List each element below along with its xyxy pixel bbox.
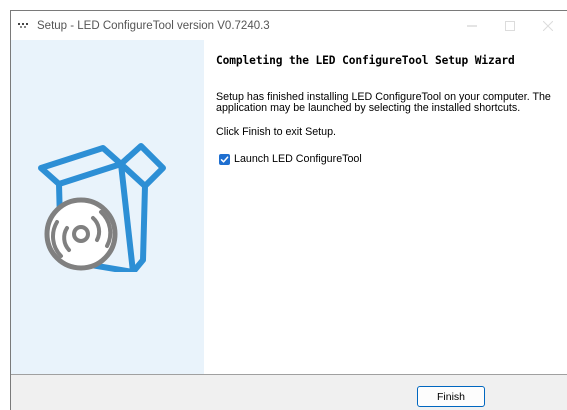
- wizard-sidebar: [11, 40, 204, 374]
- caption-buttons: [453, 11, 567, 40]
- close-button[interactable]: [529, 11, 567, 40]
- window-title: Setup - LED ConfigureTool version V0.724…: [37, 19, 270, 32]
- title-bar[interactable]: Setup - LED ConfigureTool version V0.724…: [11, 11, 567, 40]
- setup-window: Setup - LED ConfigureTool version V0.724…: [10, 10, 567, 410]
- checkmark-icon: [220, 155, 229, 163]
- box-with-disc-icon: [38, 143, 166, 272]
- close-icon: [543, 20, 553, 31]
- minimize-icon: [467, 25, 477, 26]
- minimize-button[interactable]: [453, 11, 491, 40]
- wizard-content: Completing the LED ConfigureTool Setup W…: [204, 40, 567, 374]
- finish-button[interactable]: Finish: [417, 386, 485, 407]
- page-title: Completing the LED ConfigureTool Setup W…: [216, 54, 515, 67]
- exit-instruction: Click Finish to exit Setup.: [216, 126, 336, 138]
- finished-message: Setup has finished installing LED Config…: [216, 91, 551, 114]
- launch-checkbox[interactable]: [219, 153, 230, 165]
- installer-icon: [17, 18, 33, 34]
- button-bar: Finish: [11, 375, 567, 410]
- maximize-icon: [505, 20, 515, 31]
- launch-checkbox-label[interactable]: Launch LED ConfigureTool: [234, 153, 362, 165]
- launch-option[interactable]: Launch LED ConfigureTool: [219, 153, 362, 165]
- maximize-button[interactable]: [491, 11, 529, 40]
